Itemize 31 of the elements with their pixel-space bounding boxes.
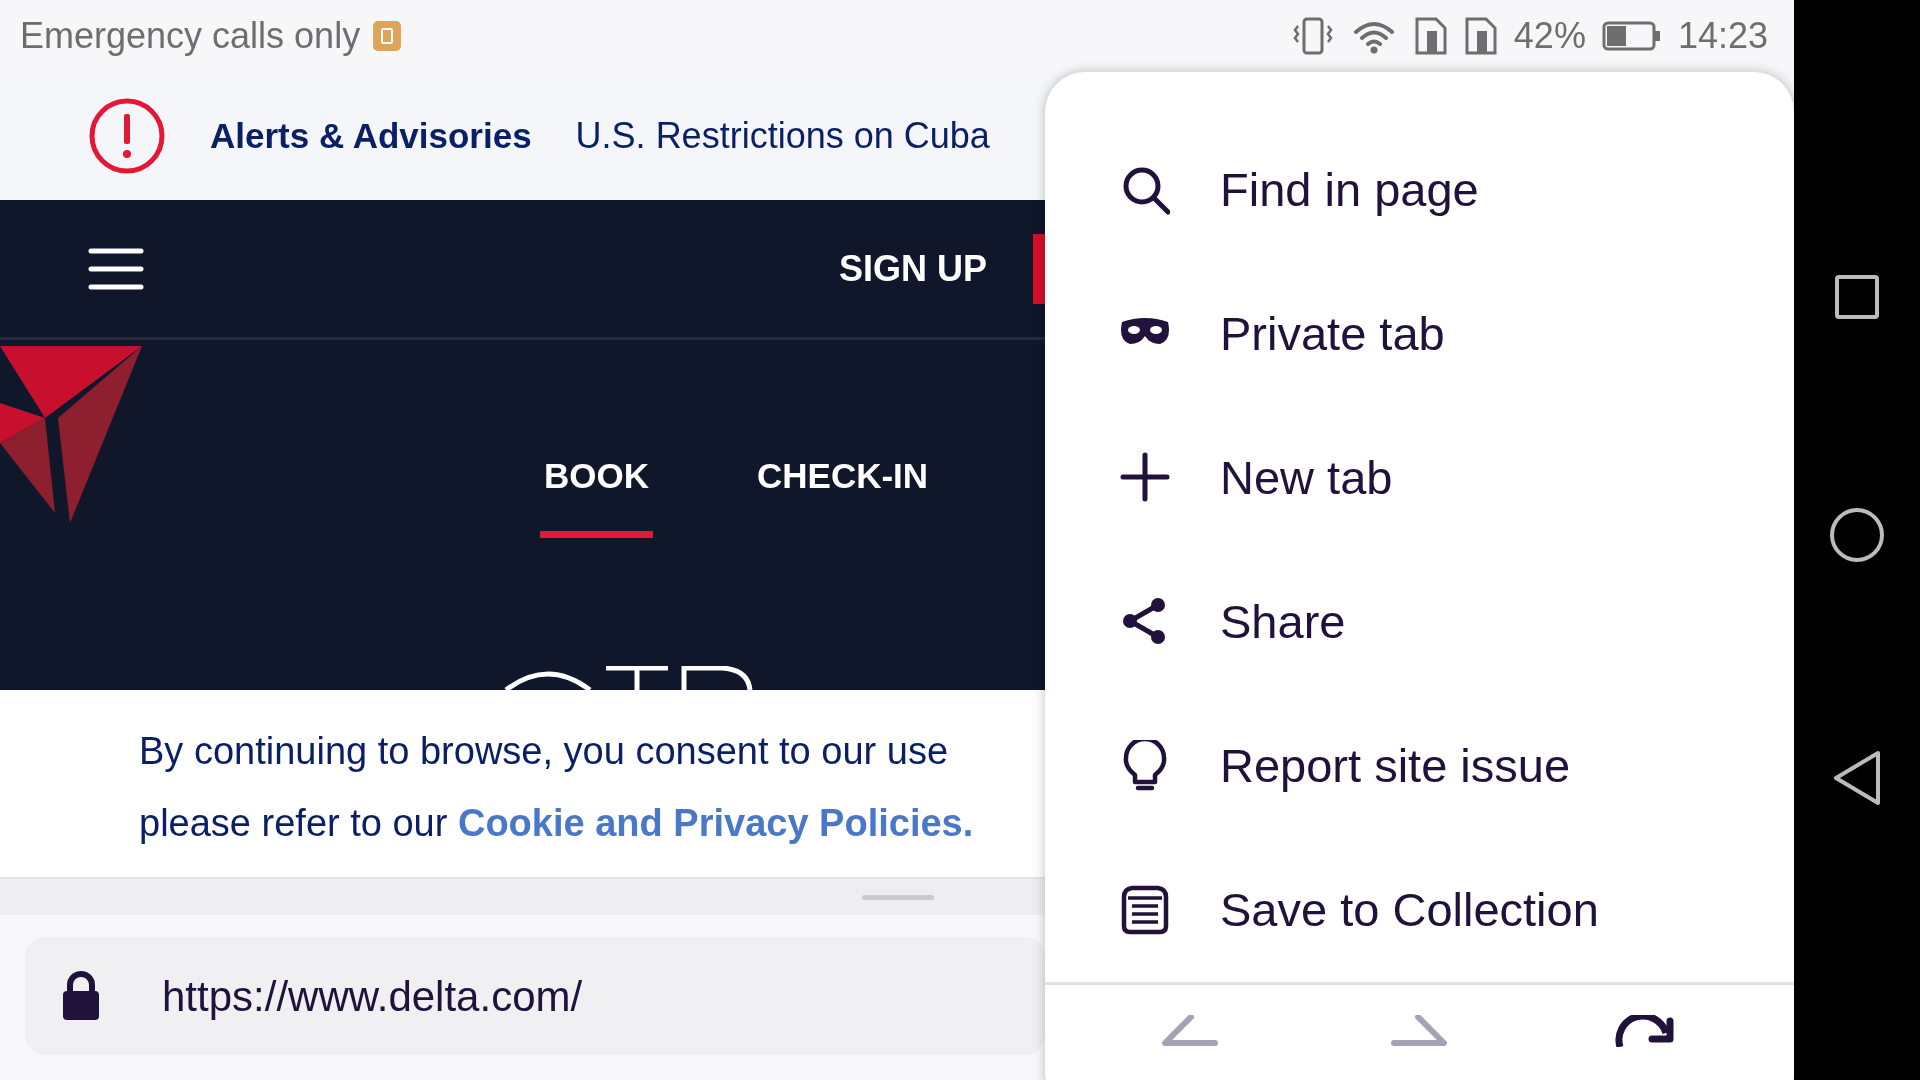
cookie-policy-link[interactable]: Cookie and Privacy Policies. [457,802,974,844]
url-text: https://www.delta.com/ [162,971,583,1022]
menu-item[interactable]: Find in page [1045,118,1794,262]
menu-item[interactable]: Share [1045,550,1794,694]
menu-item[interactable]: Save to Collection [1045,838,1794,982]
sim-card-icon [1413,16,1448,56]
menu-item[interactable]: Private tab [1045,262,1794,406]
carrier-text: Emergency calls only [20,14,361,58]
sim-lock-icon [372,20,403,52]
menu-item[interactable]: New tab [1045,406,1794,550]
plus-icon [1120,452,1170,504]
sign-up-link[interactable]: SIGN UP [838,241,987,296]
battery-percent: 42% [1513,14,1586,58]
sim-card-icon [1463,16,1498,56]
alerts-heading: Alerts & Advisories [210,114,532,157]
square-nav-icon[interactable] [1834,273,1880,320]
menu-icon[interactable] [88,246,144,291]
drag-handle[interactable] [862,894,934,900]
home-nav-icon[interactable] [1829,507,1885,563]
back-nav-icon[interactable] [1832,750,1882,807]
alert-icon [88,97,166,175]
lock-icon [62,971,100,1021]
url-field[interactable]: https://www.delta.com/ [25,937,1045,1055]
nav-tab[interactable]: BOOK [540,450,653,538]
alert-message: U.S. Restrictions on Cuba [575,114,990,158]
battery-icon [1601,20,1662,52]
clock-time: 14:23 [1677,14,1768,58]
nav-tab[interactable]: CHECK-IN [753,450,933,538]
collection-icon [1120,884,1170,936]
vibrate-icon [1291,16,1334,56]
menu-item[interactable]: Report site issue [1045,694,1794,838]
